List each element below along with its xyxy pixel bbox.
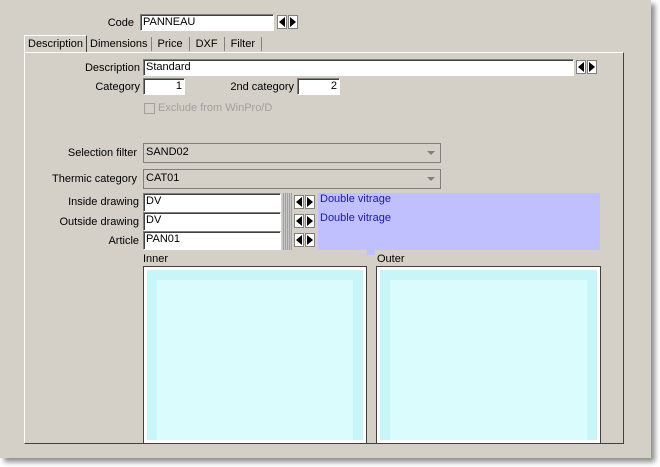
description-nav	[576, 60, 597, 74]
category2-label: 2nd category	[230, 81, 294, 93]
tab-bar: Description Dimensions Price DXF Filter	[24, 35, 263, 53]
outside-drawing-input[interactable]: DV	[143, 212, 281, 231]
inside-drawing-input[interactable]: DV	[143, 193, 281, 212]
outside-drawing-nav	[294, 214, 315, 228]
arrow-left-icon[interactable]	[277, 15, 287, 29]
selection-filter-select[interactable]: SAND02	[143, 143, 441, 163]
article-desc-tail	[367, 250, 375, 255]
arrow-left-icon[interactable]	[576, 60, 586, 74]
description-label: Description	[84, 62, 140, 74]
inside-drawing-desc: Double vitrage	[318, 193, 600, 212]
tab-dxf[interactable]: DXF	[189, 37, 225, 51]
arrow-right-icon[interactable]	[305, 214, 315, 228]
tab-dimensions[interactable]: Dimensions	[87, 37, 152, 51]
arrow-left-icon[interactable]	[294, 214, 304, 228]
selection-filter-value: SAND02	[146, 146, 189, 158]
tab-price[interactable]: Price	[151, 37, 190, 51]
inside-drawing-nav	[294, 195, 315, 209]
tab-filter[interactable]: Filter	[224, 37, 263, 51]
dropdown-arrow-icon[interactable]	[424, 172, 438, 186]
category-input[interactable]: 1	[143, 78, 185, 95]
category2-input[interactable]: 2	[297, 78, 340, 95]
arrow-left-icon[interactable]	[294, 195, 304, 209]
code-nav	[277, 15, 298, 29]
inner-label: Inner	[143, 253, 169, 265]
arrow-right-icon[interactable]	[305, 195, 315, 209]
thermic-select[interactable]: CAT01	[143, 169, 441, 189]
category-label: Category	[95, 81, 140, 93]
article-spin[interactable]	[282, 231, 292, 250]
selection-filter-label: Selection filter	[67, 147, 137, 159]
arrow-right-icon[interactable]	[288, 15, 298, 29]
outside-drawing-label: Outside drawing	[59, 216, 140, 228]
checkbox-icon[interactable]	[144, 103, 155, 114]
outside-drawing-spin[interactable]	[282, 212, 292, 231]
article-input[interactable]: PAN01	[143, 231, 281, 250]
tab-description[interactable]: Description	[24, 35, 88, 52]
thermic-value: CAT01	[146, 172, 180, 184]
description-input[interactable]: Standard	[143, 59, 574, 76]
code-label: Code	[107, 17, 134, 29]
inside-drawing-spin[interactable]	[282, 193, 292, 212]
outside-drawing-desc: Double vitrage	[318, 212, 600, 231]
code-input[interactable]: PANNEAU	[140, 14, 274, 31]
arrow-left-icon[interactable]	[294, 233, 304, 247]
thermic-label: Thermic category	[52, 173, 137, 185]
dropdown-arrow-icon[interactable]	[424, 146, 438, 160]
arrow-right-icon[interactable]	[587, 60, 597, 74]
inside-drawing-label: Inside drawing	[68, 196, 139, 208]
article-desc	[318, 231, 600, 250]
article-label: Article	[108, 235, 139, 247]
outer-label: Outer	[377, 253, 405, 265]
article-nav	[294, 233, 315, 247]
outer-preview	[376, 266, 601, 444]
dialog-window: Code PANNEAU Description Dimensions Pric…	[0, 0, 651, 458]
exclude-label: Exclude from WinPro/D	[158, 102, 273, 114]
arrow-right-icon[interactable]	[305, 233, 315, 247]
inner-preview	[143, 266, 367, 444]
